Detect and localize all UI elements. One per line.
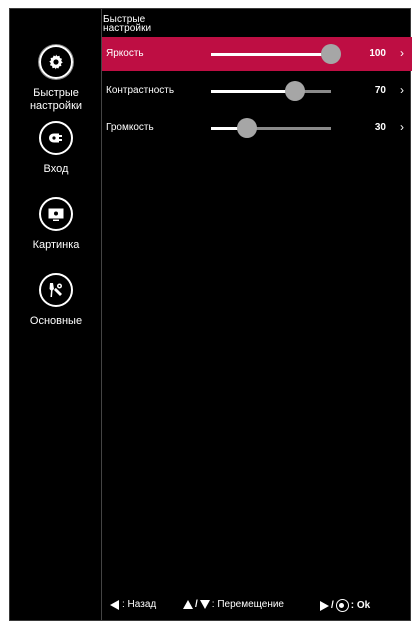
back-hint[interactable]: : Назад [110,599,156,610]
chevron-right-icon[interactable]: › [400,120,404,134]
page-title: Быстрые настройки [103,14,152,34]
slider-knob[interactable] [285,81,305,101]
move-separator: / [195,599,198,610]
contrast-slider[interactable] [211,81,331,101]
osd-screen: Быстрые настройки Вход Картинка Основные… [9,8,412,621]
sidebar: Быстрые настройки Вход Картинка Основные [10,9,102,620]
setting-row-volume[interactable]: Громкость 30 › [102,111,412,145]
slider-fill [211,53,331,56]
ok-button-icon [335,599,349,612]
general-tools-icon [39,273,73,307]
setting-row-contrast[interactable]: Контрастность 70 › [102,74,412,108]
setting-row-brightness[interactable]: Яркость 100 › [102,37,412,71]
sidebar-item-label: Картинка [32,239,80,251]
slider-knob[interactable] [321,44,341,64]
setting-label: Громкость [106,122,154,133]
ok-separator: / [331,600,334,611]
sidebar-item-general[interactable]: Основные [10,273,102,328]
volume-slider[interactable] [211,118,331,138]
input-plug-icon [39,121,73,155]
right-arrow-icon [320,600,329,611]
picture-monitor-icon [39,197,73,231]
down-arrow-icon [199,600,210,609]
setting-value: 70 [374,85,386,96]
chevron-right-icon[interactable]: › [400,83,404,97]
slider-fill [211,90,295,93]
sidebar-item-label: Основные [29,315,83,327]
move-label: : Перемещение [211,599,284,610]
back-label: : Назад [122,599,157,610]
left-arrow-icon [110,599,119,610]
setting-value: 100 [369,48,386,59]
setting-label: Контрастность [106,85,175,96]
slider-knob[interactable] [237,118,257,138]
sidebar-item-input[interactable]: Вход [10,121,102,176]
sidebar-item-label: Вход [43,163,69,175]
chevron-right-icon[interactable]: › [400,46,404,60]
setting-value: 30 [374,122,386,133]
up-arrow-icon [183,600,193,609]
move-hint[interactable]: / : Перемещение [183,599,284,610]
sidebar-item-label: Быстрые настройки [29,87,83,112]
sidebar-item-quick-settings[interactable]: Быстрые настройки [10,45,102,113]
sidebar-item-picture[interactable]: Картинка [10,197,102,252]
ok-label: : Ok [350,600,371,611]
gear-icon [39,45,73,79]
ok-hint[interactable]: / : Ok [320,599,370,612]
setting-label: Яркость [106,48,144,59]
brightness-slider[interactable] [211,44,341,64]
